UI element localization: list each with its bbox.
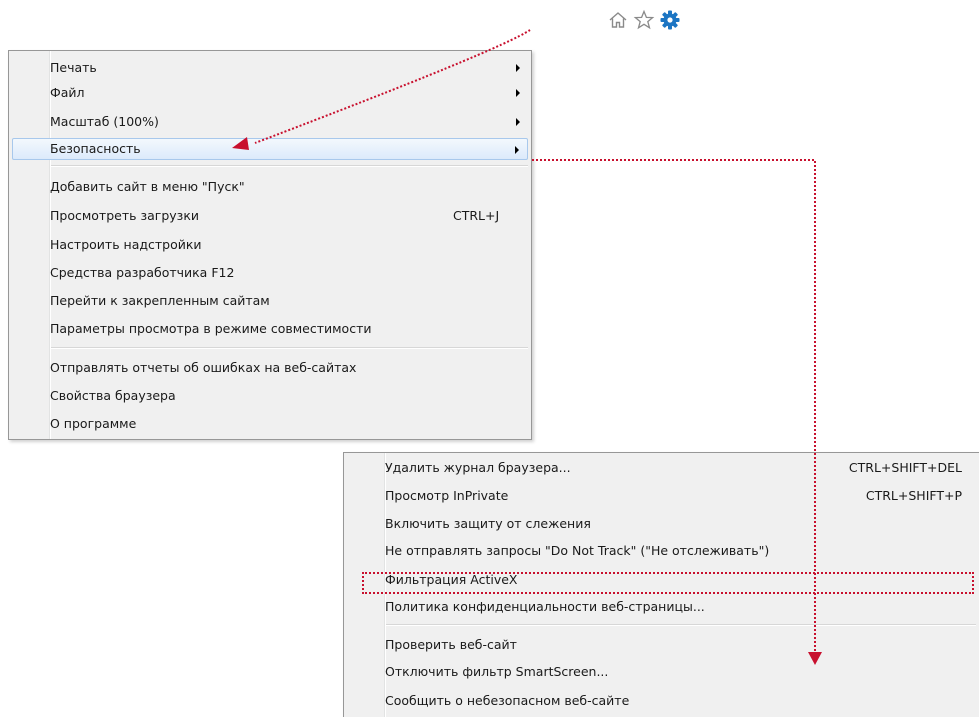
- arrow-gear-to-security: [254, 29, 531, 144]
- arrow-security-to-submenu: [532, 159, 816, 656]
- arrowhead-submenu: [808, 652, 822, 665]
- annotation-arrows: [232, 29, 822, 665]
- arrowhead-security: [232, 137, 249, 150]
